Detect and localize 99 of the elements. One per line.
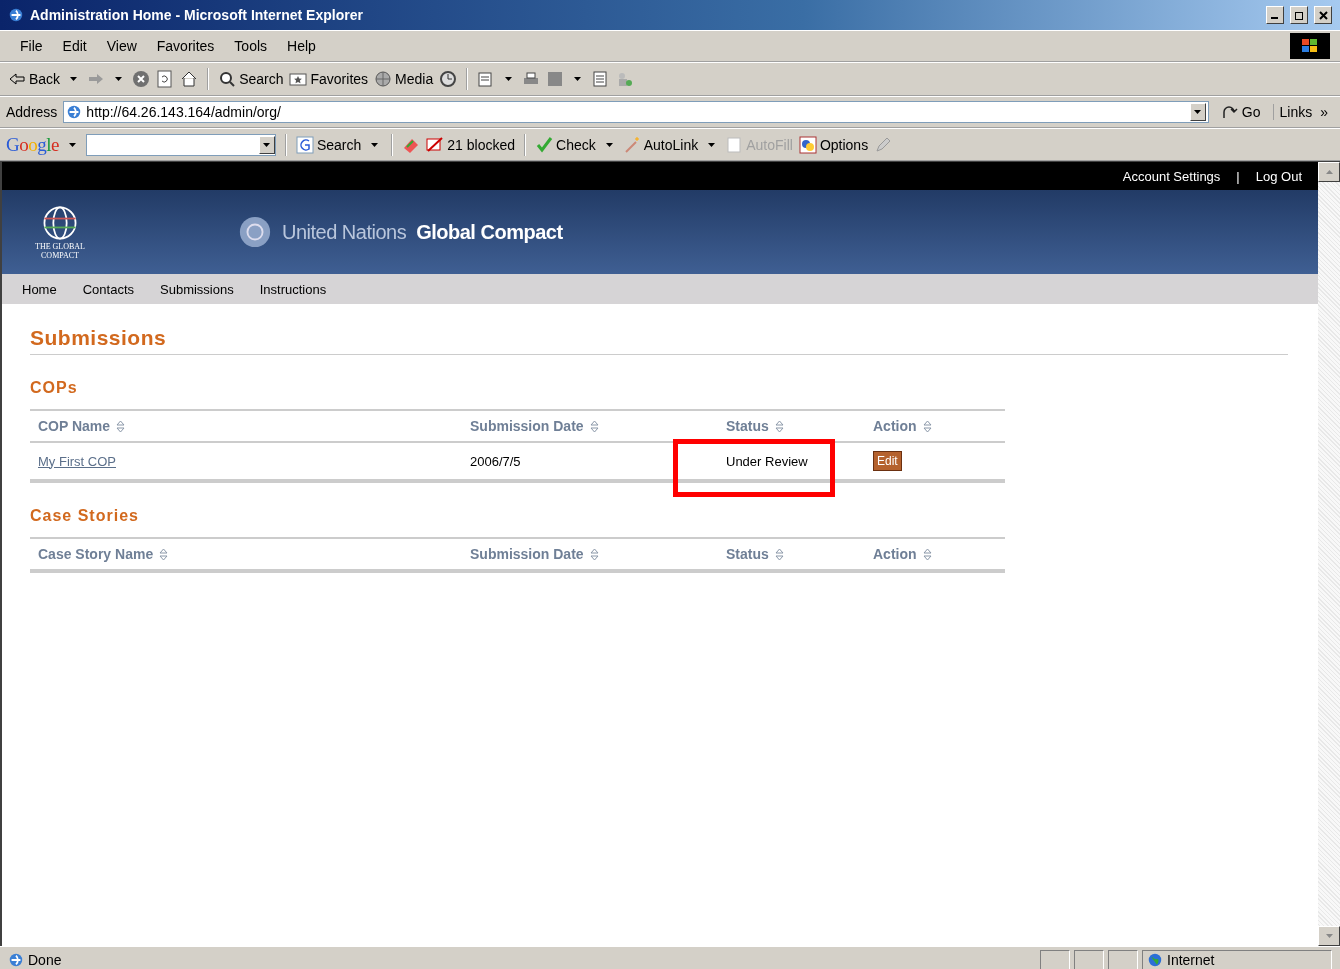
up-arrow-icon (1325, 170, 1333, 174)
refresh-icon (156, 70, 175, 88)
column-header[interactable]: Action (873, 546, 917, 562)
sort-icon[interactable] (922, 547, 932, 561)
sort-icon[interactable] (159, 547, 169, 561)
dropdown-caret-icon[interactable] (371, 142, 379, 147)
autolink-button[interactable]: AutoLink (622, 135, 699, 154)
banner-title-bold: Global Compact (416, 220, 563, 244)
search-icon (218, 70, 237, 88)
options-icon (798, 135, 817, 154)
column-header[interactable]: COP Name (38, 418, 111, 434)
document-icon (591, 70, 610, 88)
sort-icon[interactable] (116, 419, 126, 433)
minimize-button[interactable] (1266, 6, 1284, 24)
sort-icon[interactable] (922, 419, 932, 433)
stop-icon (132, 70, 151, 88)
status-pane (1040, 950, 1070, 969)
links-button[interactable]: Links (1279, 104, 1313, 120)
column-header[interactable]: Status (726, 546, 769, 562)
dropdown-caret-icon[interactable] (574, 77, 582, 81)
sort-icon[interactable] (589, 547, 599, 561)
zone-text: Internet (1167, 952, 1215, 968)
go-button[interactable]: Go (1214, 103, 1267, 121)
link-separator: | (1236, 168, 1240, 184)
pencil-icon (874, 135, 893, 154)
nav-link[interactable]: Home (22, 281, 57, 297)
dropdown-caret-icon[interactable] (263, 142, 271, 147)
column-header[interactable]: Case Story Name (38, 546, 154, 562)
account-settings-link[interactable]: Account Settings (1122, 168, 1221, 184)
table-cell: Under Review (726, 453, 808, 469)
section-heading: COPs (30, 379, 79, 397)
dropdown-caret-icon[interactable] (70, 77, 78, 81)
address-field[interactable]: http://64.26.143.164/admin/org/ (63, 101, 1209, 123)
check-mark-icon (535, 135, 554, 154)
google-search-button[interactable]: Search (295, 135, 362, 154)
browser-icon (8, 7, 24, 23)
edit-button[interactable]: Edit (873, 451, 902, 471)
menu-item[interactable]: View (96, 38, 147, 54)
menu-item[interactable]: Favorites (146, 38, 225, 54)
globe-icon (374, 70, 393, 88)
maximize-icon (1294, 10, 1304, 20)
options-button[interactable]: Options (798, 135, 869, 154)
nav-link[interactable]: Submissions (160, 281, 234, 297)
scroll-up-button[interactable] (1318, 162, 1340, 182)
search-button[interactable]: Search (218, 70, 284, 88)
window-title: Administration Home - Microsoft Internet Explorer (30, 7, 363, 23)
close-button[interactable] (1314, 6, 1332, 24)
menu-item[interactable]: File (10, 38, 53, 54)
dropdown-caret-icon[interactable] (68, 142, 76, 147)
cop-name-link[interactable]: My First COP (38, 453, 116, 469)
log-out-link[interactable]: Log Out (1255, 168, 1302, 184)
star-folder-icon (289, 70, 308, 88)
internet-globe-icon (1147, 952, 1163, 968)
blocked-window-icon (426, 135, 445, 154)
menu-item[interactable]: Edit (52, 38, 97, 54)
menu-item[interactable]: Help (277, 38, 326, 54)
nav-link[interactable]: Instructions (259, 281, 327, 297)
scroll-down-button[interactable] (1318, 926, 1340, 946)
favorites-button[interactable]: Favorites (289, 70, 369, 88)
go-arrow-icon (1220, 103, 1239, 121)
back-button[interactable]: Back (8, 70, 61, 88)
section-heading: Case Stories (30, 507, 140, 525)
banner-title-light: United Nations (282, 220, 407, 244)
google-logo[interactable]: Google (6, 133, 59, 156)
column-header[interactable]: Submission Date (470, 546, 584, 562)
down-arrow-icon (1325, 934, 1333, 938)
address-label: Address (6, 104, 58, 120)
dropdown-caret-icon[interactable] (1194, 110, 1202, 114)
dropdown-caret-icon[interactable] (505, 77, 513, 81)
column-header[interactable]: Submission Date (470, 418, 584, 434)
google-search-field[interactable] (85, 133, 276, 156)
more-chevron[interactable]: » (1320, 104, 1328, 120)
status-pane (1074, 950, 1104, 969)
table-cell: 2006/7/5 (470, 453, 521, 469)
spell-check-button[interactable]: Check (535, 135, 596, 154)
dropdown-caret-icon[interactable] (115, 77, 123, 81)
status-text: Done (28, 952, 63, 968)
form-icon (725, 135, 744, 154)
maximize-button[interactable] (1290, 6, 1308, 24)
close-icon (1318, 10, 1328, 20)
logo-text: THE GLOBAL COMPACT (34, 243, 86, 261)
sort-icon[interactable] (774, 419, 784, 433)
history-clock-icon (439, 70, 458, 88)
sort-icon[interactable] (589, 419, 599, 433)
column-header[interactable]: Status (726, 418, 769, 434)
dropdown-caret-icon[interactable] (605, 142, 613, 147)
column-header[interactable]: Action (873, 418, 917, 434)
menu-item[interactable]: Tools (224, 38, 278, 54)
dropdown-caret-icon[interactable] (708, 142, 716, 147)
nav-link[interactable]: Contacts (82, 281, 134, 297)
status-pane (1108, 950, 1138, 969)
popup-blocker-button[interactable]: 21 blocked (426, 135, 516, 154)
g-icon (295, 135, 314, 154)
windows-flag-icon (1290, 33, 1330, 59)
home-icon (180, 70, 199, 88)
media-button[interactable]: Media (374, 70, 434, 88)
page-heading: Submissions (30, 326, 1288, 355)
sort-icon[interactable] (774, 547, 784, 561)
back-arrow-icon (8, 70, 26, 88)
